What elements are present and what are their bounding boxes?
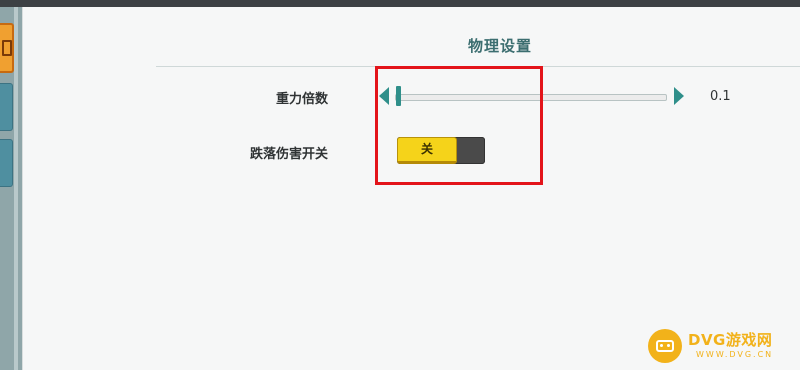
watermark: DVG游戏网 WWW.DVG.CN [648,327,798,367]
gamepad-icon [648,329,682,363]
left-sidebar [0,7,23,370]
top-bar [0,0,800,7]
gravity-label: 重力倍数 [275,92,328,107]
sidebar-stripe [14,7,18,370]
sidebar-tab-3[interactable] [0,139,13,187]
fall-damage-label: 跌落伤害开关 [249,147,328,162]
watermark-title: DVG游戏网 [688,331,773,349]
highlight-annotation-box [375,66,543,185]
gravity-value: 0.1 [710,89,731,104]
section-title: 物理设置 [467,37,532,55]
watermark-url: WWW.DVG.CN [696,350,774,359]
tab-icon [2,40,12,56]
sidebar-tab-active[interactable] [0,23,14,73]
triangle-right-icon[interactable] [674,87,684,105]
sidebar-tab-2[interactable] [0,83,13,131]
